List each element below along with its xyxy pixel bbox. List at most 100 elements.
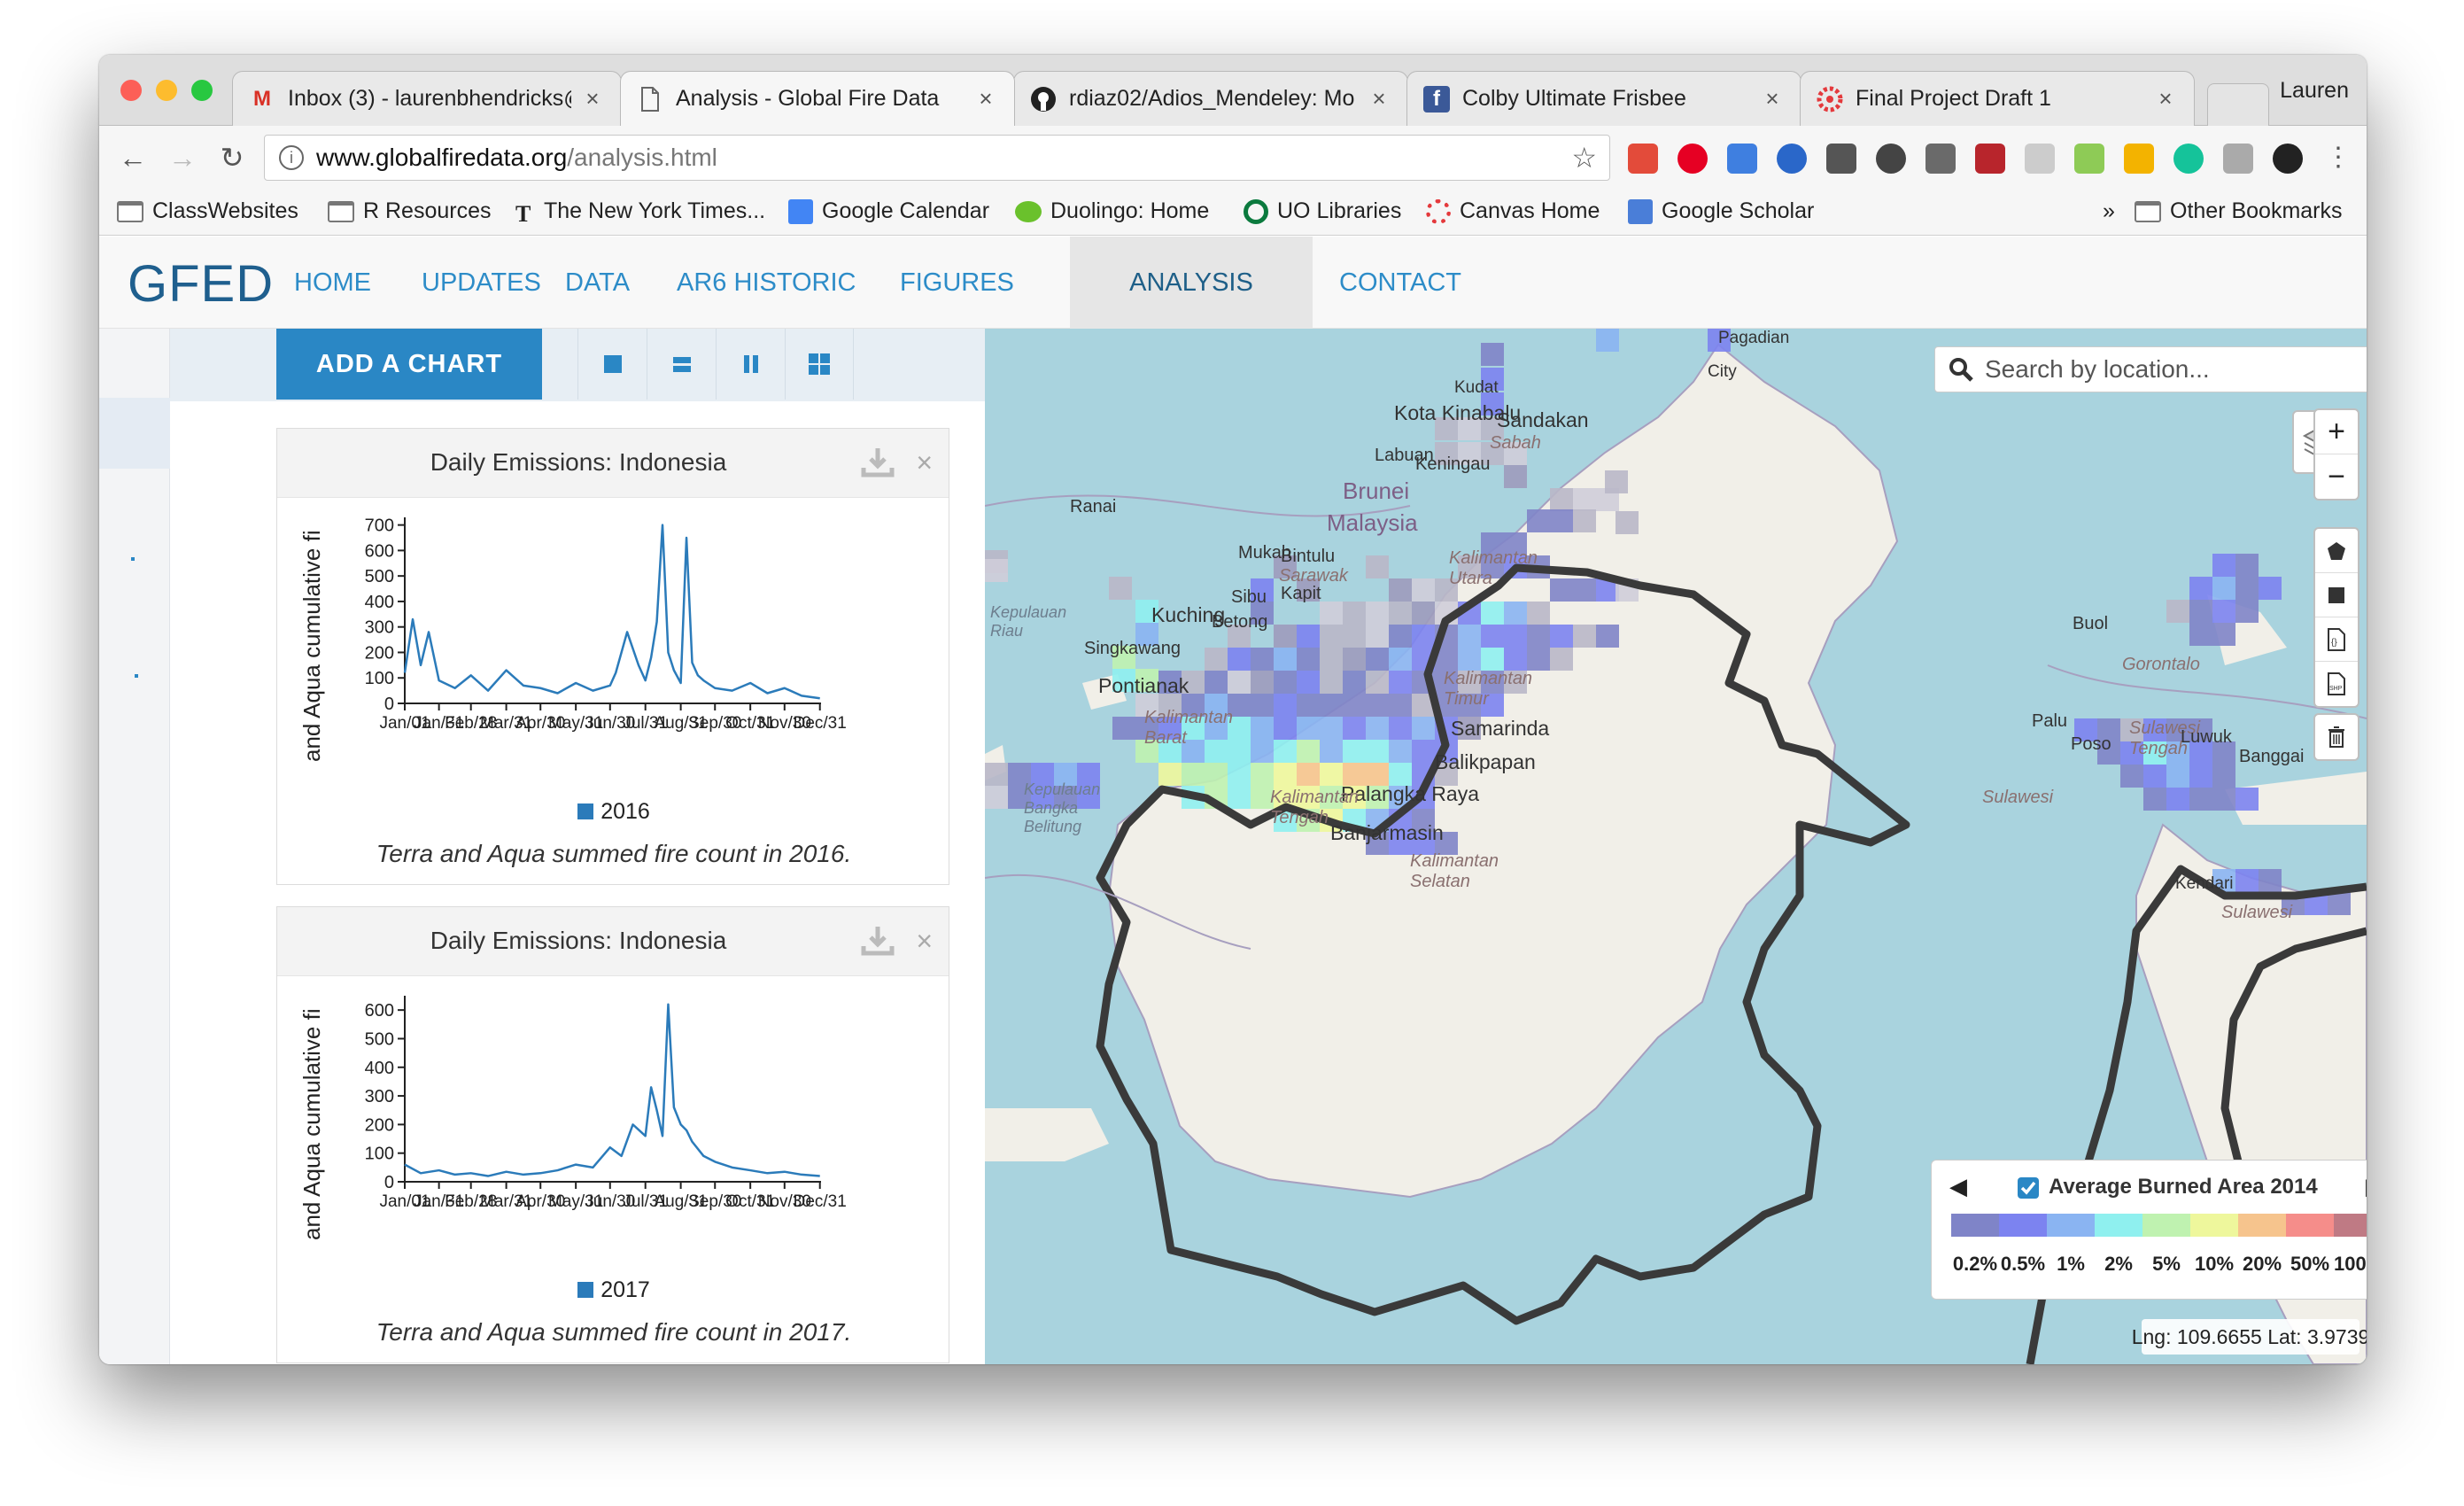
back-icon[interactable]: ← xyxy=(115,140,151,175)
single-layout-icon[interactable] xyxy=(577,329,647,400)
tab-analysis[interactable]: Analysis - Global Fire Data × xyxy=(620,71,1015,126)
bookmark-google-calendar[interactable]: Google Calendar xyxy=(788,198,989,224)
mendeley-icon[interactable] xyxy=(1975,144,2005,174)
burned-area-cell xyxy=(1109,577,1132,600)
forward-icon[interactable]: → xyxy=(165,140,200,175)
chart-card-header: Daily Emissions: Indonesia × xyxy=(277,907,949,976)
map-label: City xyxy=(1708,362,1737,381)
legend-layer-checkbox[interactable] xyxy=(2017,1176,2040,1199)
trash-icon[interactable] xyxy=(2315,715,2358,759)
delete-control xyxy=(2313,713,2359,761)
location-search-input[interactable]: Search by location... xyxy=(1934,346,2367,392)
bookmark-google-scholar[interactable]: Google Scholar xyxy=(1628,198,1814,224)
extension-icon-4[interactable] xyxy=(1777,144,1807,174)
legend-next-icon[interactable]: ▶ xyxy=(2366,1173,2367,1200)
pinterest-icon[interactable] xyxy=(1678,144,1708,174)
bookmark-uo-libraries[interactable]: UO Libraries xyxy=(1244,198,1401,224)
address-bar[interactable]: i www.globalfiredata.org/analysis.html ☆ xyxy=(264,135,1610,181)
close-tab-icon[interactable]: × xyxy=(973,85,998,113)
nav-analysis-tool[interactable]: ANALYSIS TOOL xyxy=(1070,237,1313,389)
minimize-window-button[interactable] xyxy=(156,80,177,101)
zoom-in-button[interactable]: + xyxy=(2315,410,2358,454)
reload-icon[interactable]: ↻ xyxy=(214,140,250,175)
address-toolbar: ← → ↻ i www.globalfiredata.org/analysis.… xyxy=(99,126,2367,188)
bookmark-duolingo[interactable]: Duolingo: Home xyxy=(1015,198,1209,224)
bookmark-canvas-home[interactable]: Canvas Home xyxy=(1426,198,1600,224)
nav-data[interactable]: DATA xyxy=(539,237,656,329)
profile-name[interactable]: Lauren xyxy=(2280,78,2349,104)
more-bookmarks-icon[interactable]: » xyxy=(2103,198,2115,224)
geojson-upload-icon[interactable]: {} xyxy=(2315,617,2358,662)
bookmark-classwebsites[interactable]: ClassWebsites xyxy=(117,198,298,224)
close-tab-icon[interactable]: × xyxy=(2153,85,2178,113)
google-drive-icon[interactable] xyxy=(2124,144,2154,174)
pocket-icon[interactable] xyxy=(1826,144,1856,174)
extension-icon-7[interactable] xyxy=(1925,144,1956,174)
burned-area-cell xyxy=(1412,578,1435,602)
map-label: Kudat xyxy=(1454,378,1499,397)
menu-icon[interactable]: ⋮ xyxy=(2321,140,2356,175)
extension-icon-14[interactable] xyxy=(2273,144,2303,174)
site-logo[interactable]: GFED xyxy=(128,254,274,314)
strip-tool-1[interactable] xyxy=(99,398,170,469)
info-icon[interactable]: i xyxy=(279,145,304,170)
close-tab-icon[interactable]: × xyxy=(1760,85,1785,113)
y-tick-label: 500 xyxy=(365,567,394,586)
burned-area-cell xyxy=(1320,602,1343,625)
burned-area-cell xyxy=(1205,671,1228,694)
extension-icon-3[interactable] xyxy=(1727,144,1757,174)
rows-layout-icon[interactable] xyxy=(647,329,716,400)
download-icon[interactable] xyxy=(860,923,895,959)
map-label: Kapit xyxy=(1281,584,1321,603)
burned-area-cell xyxy=(1596,625,1619,648)
add-chart-button[interactable]: ADD A CHART xyxy=(276,329,542,400)
tab-facebook[interactable]: f Colby Ultimate Frisbee × xyxy=(1406,71,1802,126)
tab-title: Analysis - Global Fire Data xyxy=(676,86,940,111)
tab-canvas[interactable]: Final Project Draft 1 × xyxy=(1800,71,2195,126)
tab-gmail[interactable]: M Inbox (3) - laurenbhendricks@ × xyxy=(232,71,622,126)
bookmark-other[interactable]: Other Bookmarks xyxy=(2135,198,2343,224)
bookmark-nytimes[interactable]: T The New York Times... xyxy=(515,198,765,227)
close-chart-icon[interactable]: × xyxy=(916,925,933,958)
close-tab-icon[interactable]: × xyxy=(580,85,605,113)
extension-icon-13[interactable] xyxy=(2223,144,2253,174)
burned-area-cell xyxy=(2166,765,2189,788)
grammarly-icon[interactable] xyxy=(2173,144,2204,174)
extension-icon-10[interactable] xyxy=(2074,144,2104,174)
burned-area-cell xyxy=(1343,717,1366,740)
analysis-page: ADD A CHART Daily Emissions: Indonesia × xyxy=(99,329,2367,1364)
burned-area-cell xyxy=(1366,694,1389,717)
download-icon[interactable] xyxy=(860,445,895,480)
map-label: Malaysia xyxy=(1327,509,1418,536)
burned-area-cell xyxy=(1297,740,1320,763)
grid-layout-icon[interactable] xyxy=(785,329,854,400)
extension-icon-1[interactable] xyxy=(1628,144,1658,174)
zoom-control: + − xyxy=(2313,408,2359,501)
burned-area-cell xyxy=(1320,763,1343,786)
columns-layout-icon[interactable] xyxy=(716,329,785,400)
draw-rectangle-icon[interactable] xyxy=(2315,573,2358,617)
zoom-out-button[interactable]: − xyxy=(2315,454,2358,499)
draw-polygon-icon[interactable] xyxy=(2315,529,2358,573)
close-tab-icon[interactable]: × xyxy=(1367,85,1391,113)
close-window-button[interactable] xyxy=(120,80,142,101)
tab-github[interactable]: rdiaz02/Adios_Mendeley: Mo × xyxy=(1013,71,1408,126)
maximize-window-button[interactable] xyxy=(191,80,213,101)
shapefile-upload-icon[interactable]: SHP xyxy=(2315,662,2358,706)
bookmark-star-icon[interactable]: ☆ xyxy=(1571,141,1597,175)
extension-icon-6[interactable] xyxy=(1876,144,1906,174)
nav-figures[interactable]: FIGURES xyxy=(873,237,1041,329)
legend-prev-icon[interactable]: ◀ xyxy=(1949,1173,1967,1200)
burned-area-cell xyxy=(1251,694,1274,717)
burned-area-map[interactable]: Kota Kinabalu Sandakan Sabah Labuan Keni… xyxy=(985,329,2367,1364)
extension-icon-9[interactable] xyxy=(2025,144,2055,174)
nav-contact[interactable]: CONTACT xyxy=(1313,237,1488,329)
new-tab-button[interactable] xyxy=(2207,83,2269,126)
burned-area-cell xyxy=(1389,694,1412,717)
close-chart-icon[interactable]: × xyxy=(916,446,933,479)
bookmark-r-resources[interactable]: R Resources xyxy=(328,198,492,224)
nav-ar6-historic[interactable]: AR6 HISTORIC xyxy=(650,237,883,329)
nav-home[interactable]: HOME xyxy=(267,237,398,329)
chart-caption: Terra and Aqua summed fire count in 2017… xyxy=(376,1318,852,1346)
burned-area-cell xyxy=(2189,765,2212,788)
